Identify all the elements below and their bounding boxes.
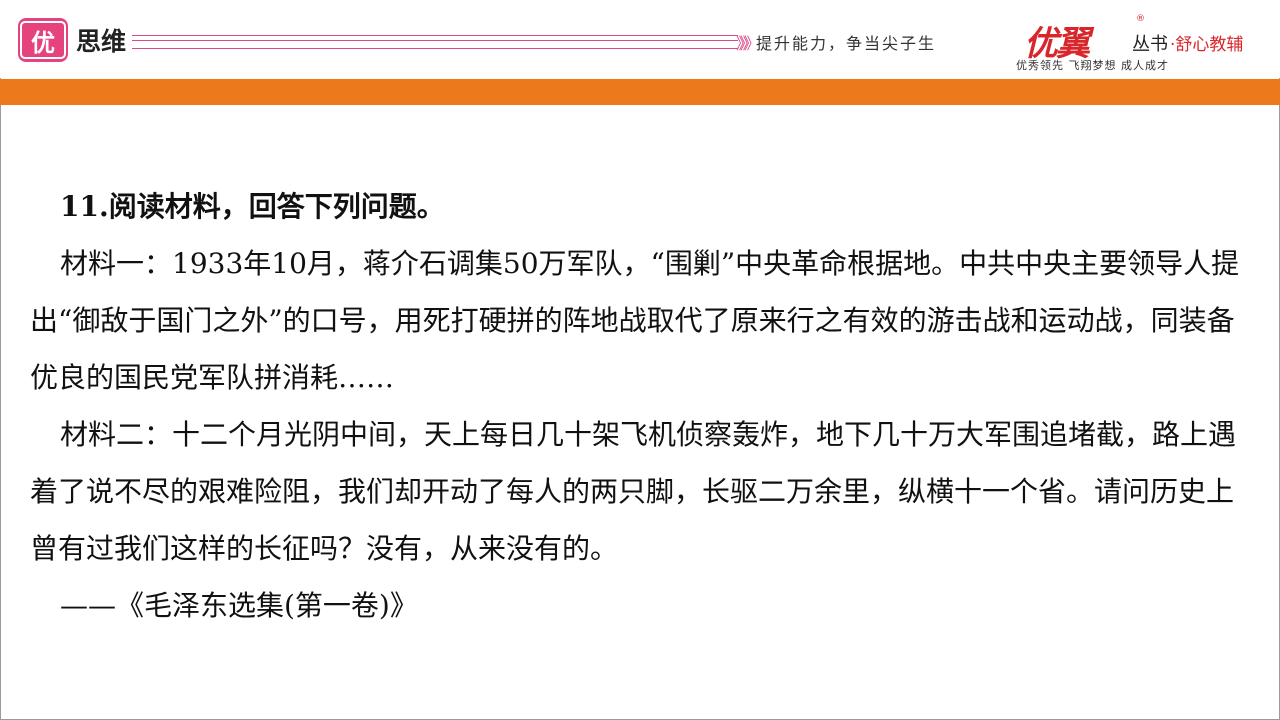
material-one: 材料一：1933年10月，蒋介石调集50万军队，“围剿”中央革命根据地。中共中央…	[30, 247, 1240, 394]
registered-mark: ®	[1136, 14, 1145, 24]
brand-name: 思维	[76, 27, 127, 56]
question-content: 11.阅读材料，回答下列问题。 材料一：1933年10月，蒋介石调集50万军队，…	[30, 178, 1252, 634]
logo-char: 优	[20, 21, 66, 59]
question-title: 11.阅读材料，回答下列问题。	[60, 190, 445, 223]
orange-banner: http://www.youyi100.com/	[0, 79, 1280, 183]
series-word: 丛书	[1132, 34, 1168, 55]
chevron-arrows-icon: 》》》	[736, 34, 760, 53]
decorative-lines	[132, 35, 738, 49]
material-two: 材料二：十二个月光阴中间，天上每日几十架飞机侦察轰炸，地下几十万大军围追堵截，路…	[30, 418, 1237, 565]
series-tag: ·舒心教辅	[1170, 35, 1244, 55]
slogan: 提升能力，争当尖子生	[756, 34, 937, 53]
header: 优 思维 》》》 提升能力，争当尖子生 优翼 ® 丛书 ·舒心教辅 优秀领先 飞…	[0, 0, 1280, 78]
series-subtitle: 优秀领先 飞翔梦想 成人成才	[1016, 59, 1169, 72]
logo-icon: 优	[18, 18, 68, 62]
source-citation: ——《毛泽东选集(第一卷)》	[60, 589, 418, 622]
